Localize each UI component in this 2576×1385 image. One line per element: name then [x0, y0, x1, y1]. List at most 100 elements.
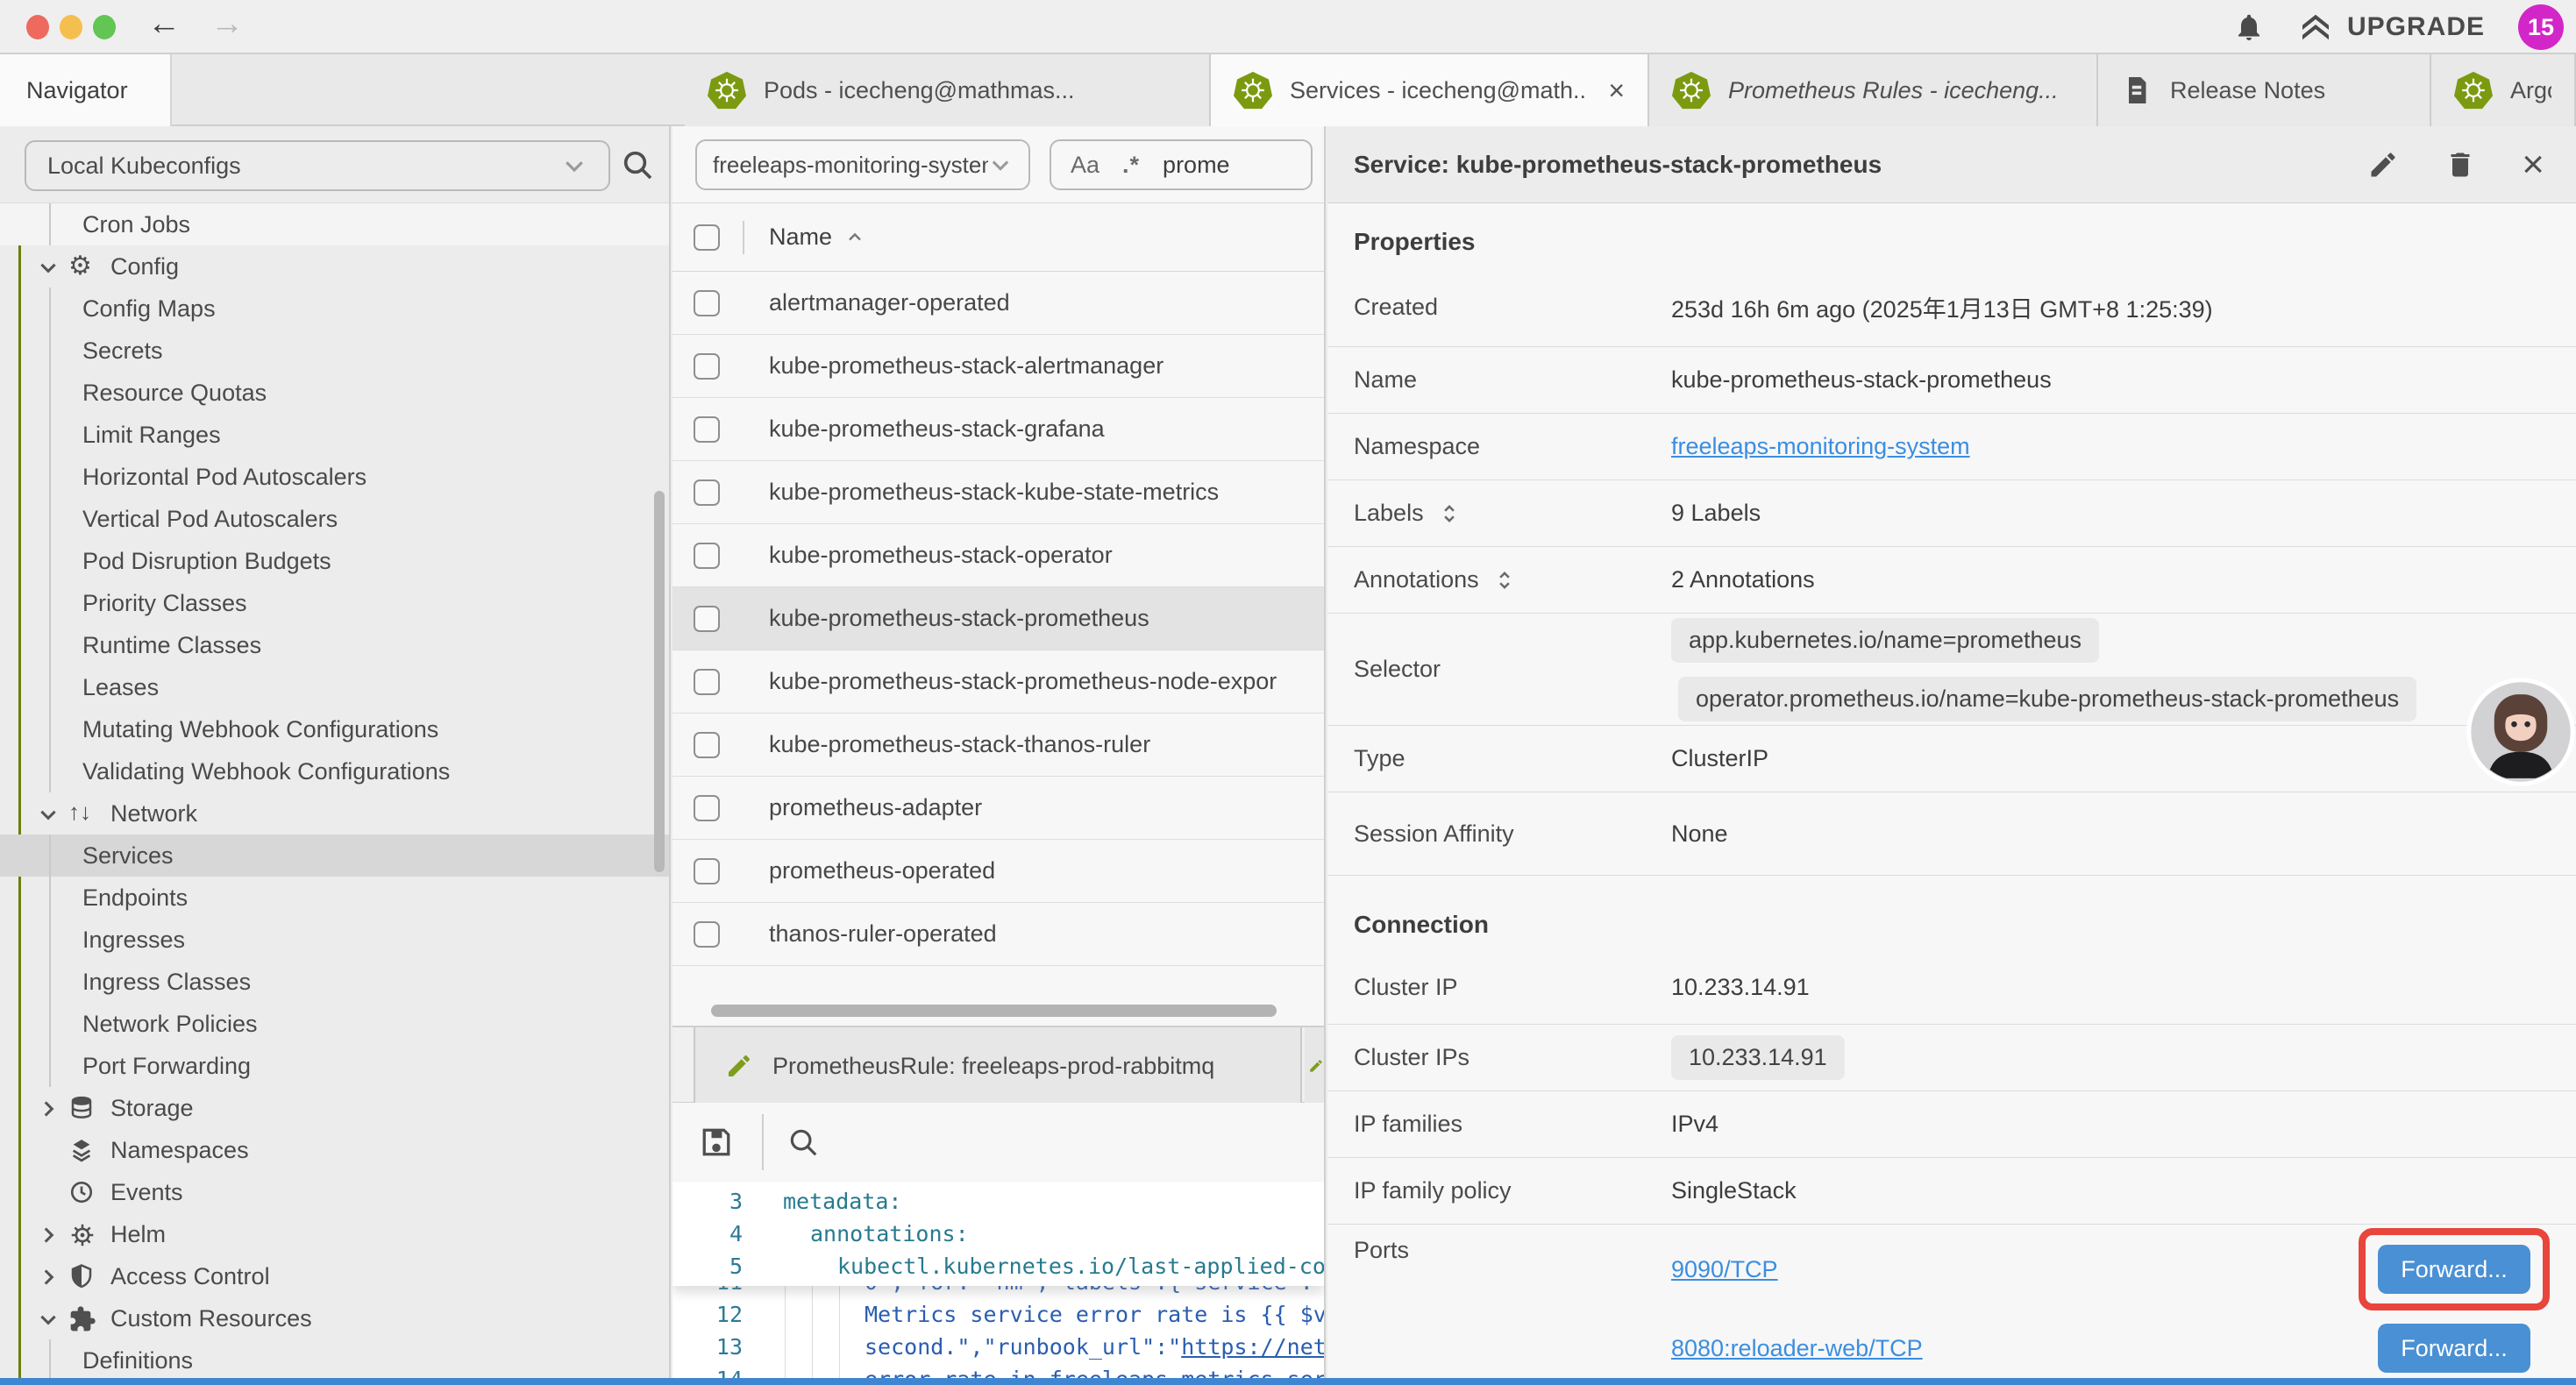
sidebar-item-pod-disruption-budgets[interactable]: Pod Disruption Budgets — [0, 540, 669, 582]
tab-services-icecheng-math[interactable]: Services - icecheng@math...× — [1211, 54, 1649, 126]
chevron-down-icon[interactable] — [37, 803, 60, 826]
port-link[interactable]: 8080:reloader-web/TCP — [1671, 1335, 1923, 1362]
delete-trash-icon[interactable] — [2444, 149, 2476, 181]
save-icon[interactable] — [697, 1123, 736, 1161]
sidebar-item-config[interactable]: ⚙Config — [0, 245, 669, 288]
forward-button[interactable]: Forward... — [2378, 1324, 2530, 1373]
port-link[interactable]: 9090/TCP — [1671, 1256, 1778, 1283]
table-row-kube-prometheus-stack-thanos-ruler[interactable]: kube-prometheus-stack-thanos-ruler — [672, 714, 1324, 777]
sidebar-item-leases[interactable]: Leases — [0, 666, 669, 708]
chevron-right-icon[interactable] — [37, 1266, 60, 1289]
row-checkbox[interactable] — [694, 669, 720, 695]
sidebar-item-runtime-classes[interactable]: Runtime Classes — [0, 624, 669, 666]
sidebar-item-config-maps[interactable]: Config Maps — [0, 288, 669, 330]
row-checkbox[interactable] — [694, 858, 720, 884]
row-checkbox[interactable] — [694, 479, 720, 506]
sidebar-item-priority-classes[interactable]: Priority Classes — [0, 582, 669, 624]
tab-prometheus-rules-icecheng[interactable]: Prometheus Rules - icecheng... — [1649, 54, 2098, 126]
close-tab-icon[interactable]: × — [1608, 75, 1625, 107]
edit-pencil-icon[interactable] — [2367, 149, 2399, 181]
back-button[interactable]: ← — [147, 5, 181, 43]
traffic-light-minimize-button[interactable] — [60, 15, 82, 39]
sidebar-item-ingresses[interactable]: Ingresses — [0, 919, 669, 961]
horizontal-scrollbar[interactable] — [711, 1005, 1277, 1017]
table-row-alertmanager-operated[interactable]: alertmanager-operated — [672, 272, 1324, 335]
regex-toggle[interactable]: .* — [1122, 152, 1140, 179]
row-checkbox[interactable] — [694, 795, 720, 821]
notifications-bell-icon[interactable] — [2233, 11, 2265, 43]
sidebar-item-access-control[interactable]: Access Control — [0, 1255, 669, 1297]
sidebar-item-resource-quotas[interactable]: Resource Quotas — [0, 372, 669, 414]
editor-tab-partial[interactable] — [1305, 1027, 1324, 1104]
match-case-toggle[interactable]: Aa — [1071, 152, 1099, 179]
sidebar-item-secrets[interactable]: Secrets — [0, 330, 669, 372]
table-row-kube-prometheus-stack-alertmanager[interactable]: kube-prometheus-stack-alertmanager — [672, 335, 1324, 398]
forward-button[interactable]: → — [210, 5, 244, 43]
table-row-kube-prometheus-stack-prometheus[interactable]: kube-prometheus-stack-prometheus — [672, 587, 1324, 650]
namespace-filter-select[interactable]: freeleaps-monitoring-system — [695, 139, 1030, 190]
detail-value[interactable]: freeleaps-monitoring-system — [1671, 433, 1970, 460]
sidebar-item-label: Network Policies — [82, 1011, 258, 1038]
expand-collapse-icon[interactable] — [1493, 569, 1516, 592]
sidebar-item-endpoints[interactable]: Endpoints — [0, 877, 669, 919]
sidebar-item-limit-ranges[interactable]: Limit Ranges — [0, 414, 669, 456]
sidebar-item-definitions[interactable]: Definitions — [0, 1339, 669, 1381]
traffic-light-zoom-button[interactable] — [93, 15, 116, 39]
row-checkbox[interactable] — [694, 921, 720, 948]
sidebar-item-events[interactable]: Events — [0, 1171, 669, 1213]
sidebar-item-ingress-classes[interactable]: Ingress Classes — [0, 961, 669, 1003]
row-checkbox[interactable] — [694, 543, 720, 569]
chip-stack: 10.233.14.91 — [1671, 1035, 1845, 1080]
tab-release-notes[interactable]: Release Notes — [2098, 54, 2431, 126]
chevron-down-icon[interactable] — [37, 1308, 60, 1331]
traffic-light-close-button[interactable] — [26, 15, 49, 39]
list-search-input[interactable]: Aa .* prome — [1050, 139, 1313, 190]
sidebar-scrollbar[interactable] — [654, 491, 665, 872]
sidebar-item-network[interactable]: ↑↓Network — [0, 792, 669, 835]
tab-navigator[interactable]: Navigator — [0, 54, 172, 126]
editor-tab[interactable]: PrometheusRule: freeleaps-prod-rabbitmq — [694, 1027, 1302, 1104]
yaml-editor[interactable]: 3metadata:4annotations:5kubectl.kubernet… — [672, 1182, 1324, 1385]
name-column-header[interactable]: Name — [769, 224, 865, 251]
sidebar-item-validating-webhook-configurations[interactable]: Validating Webhook Configurations — [0, 750, 669, 792]
upgrade-button[interactable]: UPGRADE — [2298, 11, 2485, 43]
sidebar-item-port-forwarding[interactable]: Port Forwarding — [0, 1045, 669, 1087]
sidebar-item-helm[interactable]: Helm — [0, 1213, 669, 1255]
expand-collapse-icon[interactable] — [1438, 502, 1461, 525]
row-checkbox[interactable] — [694, 606, 720, 632]
row-checkbox[interactable] — [694, 416, 720, 443]
line-text: annotations: — [783, 1221, 969, 1246]
editor-search-icon[interactable] — [786, 1126, 820, 1159]
chevron-down-icon[interactable] — [37, 256, 60, 279]
table-row-kube-prometheus-stack-prometheus-node-expor[interactable]: kube-prometheus-stack-prometheus-node-ex… — [672, 650, 1324, 714]
kubeconfig-select[interactable]: Local Kubeconfigs — [25, 140, 610, 191]
user-avatar[interactable] — [2466, 677, 2576, 787]
notification-count-badge[interactable]: 15 — [2518, 4, 2564, 50]
table-row-prometheus-operated[interactable]: prometheus-operated — [672, 840, 1324, 903]
sidebar-search-icon[interactable] — [620, 147, 655, 182]
chevron-right-icon[interactable] — [37, 1097, 60, 1120]
tab-pods-icecheng-mathmas[interactable]: Pods - icecheng@mathmas... — [685, 54, 1211, 126]
sidebar-item-storage[interactable]: Storage — [0, 1087, 669, 1129]
row-checkbox[interactable] — [694, 290, 720, 316]
sidebar-item-network-policies[interactable]: Network Policies — [0, 1003, 669, 1045]
sidebar-item-services[interactable]: Services — [0, 835, 669, 877]
detail-title: Service: kube-prometheus-stack-prometheu… — [1354, 151, 2367, 179]
select-all-checkbox[interactable] — [694, 224, 720, 251]
sidebar-item-custom-resources[interactable]: Custom Resources — [0, 1297, 669, 1339]
close-icon[interactable]: × — [2522, 143, 2544, 187]
table-row-prometheus-adapter[interactable]: prometheus-adapter — [672, 777, 1324, 840]
table-row-kube-prometheus-stack-operator[interactable]: kube-prometheus-stack-operator — [672, 524, 1324, 587]
sidebar-item-mutating-webhook-configurations[interactable]: Mutating Webhook Configurations — [0, 708, 669, 750]
table-row-kube-prometheus-stack-kube-state-metrics[interactable]: kube-prometheus-stack-kube-state-metrics — [672, 461, 1324, 524]
sidebar-item-namespaces[interactable]: Namespaces — [0, 1129, 669, 1171]
sidebar-item-cron-jobs[interactable]: Cron Jobs — [0, 203, 669, 245]
row-checkbox[interactable] — [694, 732, 720, 758]
table-row-kube-prometheus-stack-grafana[interactable]: kube-prometheus-stack-grafana — [672, 398, 1324, 461]
sidebar-item-vertical-pod-autoscalers[interactable]: Vertical Pod Autoscalers — [0, 498, 669, 540]
table-row-thanos-ruler-operated[interactable]: thanos-ruler-operated — [672, 903, 1324, 966]
row-checkbox[interactable] — [694, 353, 720, 380]
tab-argo-se[interactable]: Argo Se — [2431, 54, 2576, 126]
chevron-right-icon[interactable] — [37, 1224, 60, 1246]
sidebar-item-horizontal-pod-autoscalers[interactable]: Horizontal Pod Autoscalers — [0, 456, 669, 498]
